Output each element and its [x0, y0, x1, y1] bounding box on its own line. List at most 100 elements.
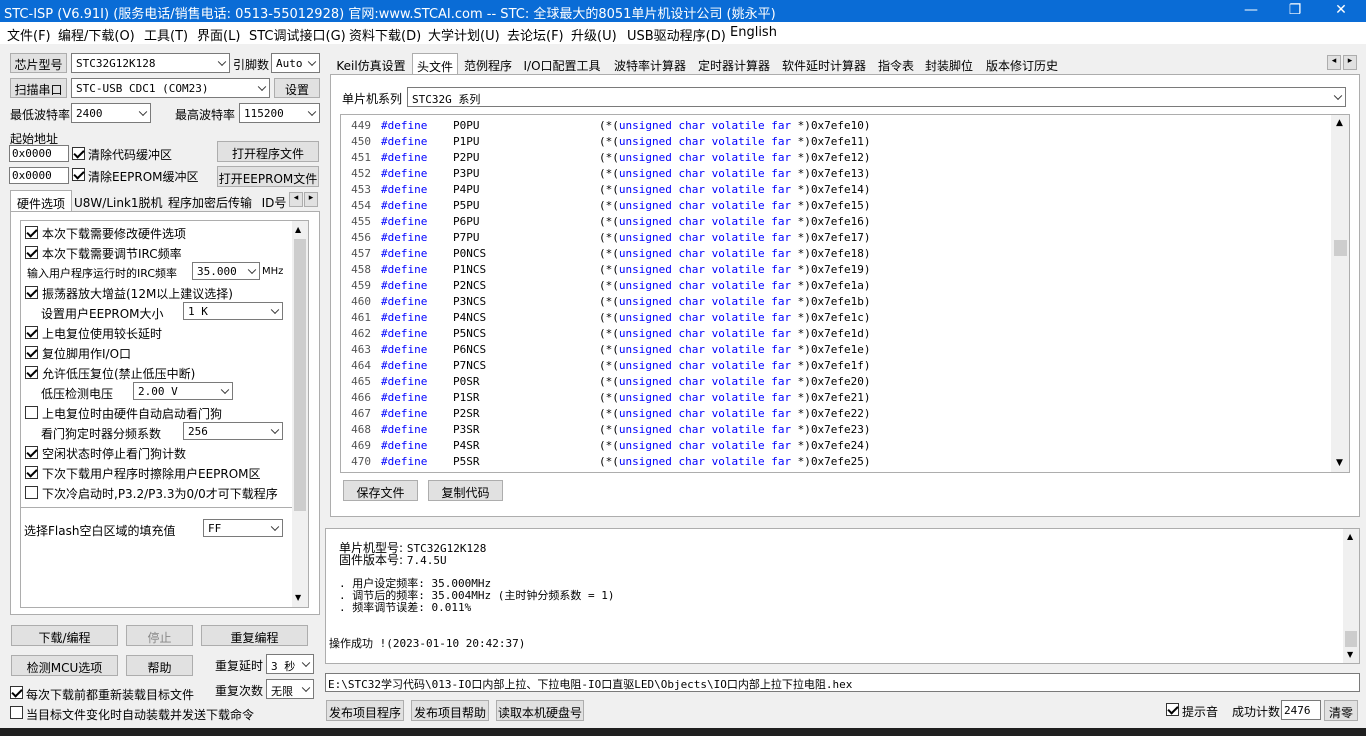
auto-send-download-checkbox[interactable] — [10, 706, 23, 719]
open-eeprom-file-button[interactable]: 打开EEPROM文件 — [217, 166, 319, 187]
save-file-button[interactable]: 保存文件 — [343, 480, 418, 501]
code-line: 460 #define P3NCS (*(unsigned char volatile… — [341, 295, 1326, 311]
output-log[interactable]: 单片机型号: STC32G12K128 固件版本号: 7.4.5U . 用户设定… — [325, 528, 1360, 664]
menu-program[interactable]: 编程/下载(O) — [58, 25, 135, 44]
reset-pin-io-checkbox[interactable] — [25, 346, 38, 359]
tab-scroll-right-icon[interactable]: ▸ — [1343, 55, 1357, 70]
clear-count-button[interactable]: 清零 — [1324, 700, 1358, 721]
menu-docs[interactable]: 资料下载(D) — [349, 25, 421, 44]
close-button[interactable]: ✕ — [1318, 0, 1364, 22]
register-address: 0x7efe19 — [810, 263, 864, 276]
tab-id[interactable]: ID号 — [259, 190, 289, 212]
port-settings-button[interactable]: 设置 — [274, 78, 320, 98]
scroll-down-icon[interactable]: ▼ — [295, 593, 301, 602]
tab-header-files[interactable]: 头文件 — [412, 53, 458, 75]
code-viewer[interactable]: 449 #define P0PU (*(unsigned char volatile … — [340, 114, 1350, 473]
eeprom-start-address-input[interactable]: 0x0000 — [9, 167, 69, 184]
code-start-address-input[interactable]: 0x0000 — [9, 145, 69, 162]
target-file-path[interactable]: E:\STC32学习代码\013-IO口内部上拉、下拉电阻-IO口直驱LED\O… — [325, 673, 1360, 692]
tab-hardware-options[interactable]: 硬件选项 — [10, 190, 72, 212]
register-name: P1PU — [453, 135, 480, 148]
sound-hint-checkbox[interactable] — [1166, 703, 1179, 716]
oscillator-gain-checkbox[interactable] — [25, 286, 38, 299]
low-voltage-reset-checkbox[interactable] — [25, 366, 38, 379]
read-disk-id-button[interactable]: 读取本机硬盘号 — [496, 700, 584, 721]
publish-program-button[interactable]: 发布项目程序 — [326, 700, 404, 721]
tab-package-pins[interactable]: 封装脚位 — [923, 53, 975, 75]
menu-debug[interactable]: STC调试接口(G) — [249, 25, 346, 44]
scroll-up-icon[interactable]: ▲ — [1336, 118, 1343, 128]
tab-baud-calculator[interactable]: 波特率计算器 — [611, 53, 689, 75]
repeat-delay-select[interactable]: 3 秒 — [266, 654, 314, 674]
eeprom-size-select[interactable]: 1 K — [183, 302, 283, 320]
menu-file[interactable]: 文件(F) — [7, 25, 51, 44]
adjust-irc-checkbox[interactable] — [25, 246, 38, 259]
chip-type-select[interactable]: STC32G12K128 — [71, 53, 230, 73]
modify-hw-options-checkbox[interactable] — [25, 226, 38, 239]
tab-io-config[interactable]: I/O口配置工具 — [520, 53, 604, 75]
menu-tools[interactable]: 工具(T) — [144, 25, 188, 44]
port-select[interactable]: STC-USB CDC1 (COM23) — [71, 78, 270, 98]
scroll-down-icon[interactable]: ▼ — [1336, 458, 1343, 468]
tab-instruction-table[interactable]: 指令表 — [875, 53, 917, 75]
tab-revision-history[interactable]: 版本修订历史 — [983, 53, 1061, 75]
long-reset-delay-checkbox[interactable] — [25, 326, 38, 339]
chip-type-button[interactable]: 芯片型号 — [10, 53, 67, 73]
help-button[interactable]: 帮助 — [126, 655, 193, 676]
scrollbar-thumb[interactable] — [1334, 240, 1347, 256]
menu-university[interactable]: 大学计划(U) — [428, 25, 500, 44]
code-scrollbar[interactable]: ▲ ▼ — [1331, 115, 1349, 472]
max-baud-select[interactable]: 115200 — [239, 103, 320, 123]
hw-option-row: 上电复位时由硬件自动启动看门狗 — [25, 403, 287, 423]
cold-boot-p32-p33-checkbox[interactable] — [25, 486, 38, 499]
repeat-program-button[interactable]: 重复编程 — [201, 625, 308, 646]
copy-code-button[interactable]: 复制代码 — [428, 480, 503, 501]
min-baud-select[interactable]: 2400 — [71, 103, 151, 123]
clear-code-buffer-checkbox[interactable] — [72, 147, 85, 160]
scroll-up-icon[interactable]: ▲ — [295, 225, 301, 234]
menu-usb-driver[interactable]: USB驱动程序(D) — [627, 25, 726, 44]
tab-scroll-left-icon[interactable]: ◂ — [289, 192, 303, 207]
pin-count-select[interactable]: Auto — [271, 53, 320, 73]
flash-fill-label: 选择Flash空白区域的填充值 — [24, 524, 176, 538]
auto-watchdog-checkbox[interactable] — [25, 406, 38, 419]
register-name: P6NCS — [453, 343, 487, 356]
maximize-button[interactable]: ❐ — [1272, 0, 1318, 22]
menu-forum[interactable]: 去论坛(F) — [507, 25, 564, 44]
wdt-prescaler-select[interactable]: 256 — [183, 422, 283, 440]
minimize-button[interactable]: — — [1228, 0, 1274, 22]
tab-keil-emulation[interactable]: Keil仿真设置 — [331, 53, 411, 75]
tab-scroll-left-icon[interactable]: ◂ — [1327, 55, 1341, 70]
log-scrollbar[interactable]: ▲ ▼ — [1343, 529, 1359, 663]
scroll-down-icon[interactable]: ▼ — [1347, 650, 1353, 659]
scrollbar-thumb[interactable] — [1345, 631, 1357, 647]
scan-port-button[interactable]: 扫描串口 — [10, 78, 67, 98]
open-program-file-button[interactable]: 打开程序文件 — [217, 141, 319, 162]
tab-delay-calculator[interactable]: 软件延时计算器 — [779, 53, 869, 75]
flash-fill-select[interactable]: FF — [203, 519, 283, 537]
hw-options-scrollbar[interactable]: ▲ ▼ — [292, 221, 308, 607]
erase-eeprom-checkbox[interactable] — [25, 466, 38, 479]
menu-upgrade[interactable]: 升级(U) — [571, 25, 617, 44]
scroll-up-icon[interactable]: ▲ — [1347, 532, 1353, 541]
idle-stop-watchdog-checkbox[interactable] — [25, 446, 38, 459]
tab-encrypted-transfer[interactable]: 程序加密后传输 — [163, 190, 257, 212]
lvd-voltage-select[interactable]: 2.00 V — [133, 382, 233, 400]
check-mcu-button[interactable]: 检测MCU选项 — [11, 655, 118, 676]
menu-english[interactable]: English — [730, 25, 777, 40]
download-program-button[interactable]: 下载/编程 — [11, 625, 118, 646]
stop-button[interactable]: 停止 — [126, 625, 193, 646]
clear-eeprom-buffer-checkbox[interactable] — [72, 168, 85, 181]
publish-help-button[interactable]: 发布项目帮助 — [411, 700, 489, 721]
tab-timer-calculator[interactable]: 定时器计算器 — [695, 53, 773, 75]
scrollbar-thumb[interactable] — [294, 239, 306, 511]
mcu-series-select[interactable]: STC32G 系列 — [407, 87, 1346, 107]
repeat-count-select[interactable]: 无限 — [266, 679, 314, 699]
tab-examples[interactable]: 范例程序 — [460, 53, 516, 75]
irc-frequency-select[interactable]: 35.000 — [192, 262, 260, 280]
menu-interface[interactable]: 界面(L) — [197, 25, 240, 44]
tab-scroll-right-icon[interactable]: ▸ — [304, 192, 318, 207]
tab-u8w-offline[interactable]: U8W/Link1脱机 — [74, 190, 163, 212]
chevron-down-icon — [257, 82, 267, 92]
reload-before-download-checkbox[interactable] — [10, 686, 23, 699]
